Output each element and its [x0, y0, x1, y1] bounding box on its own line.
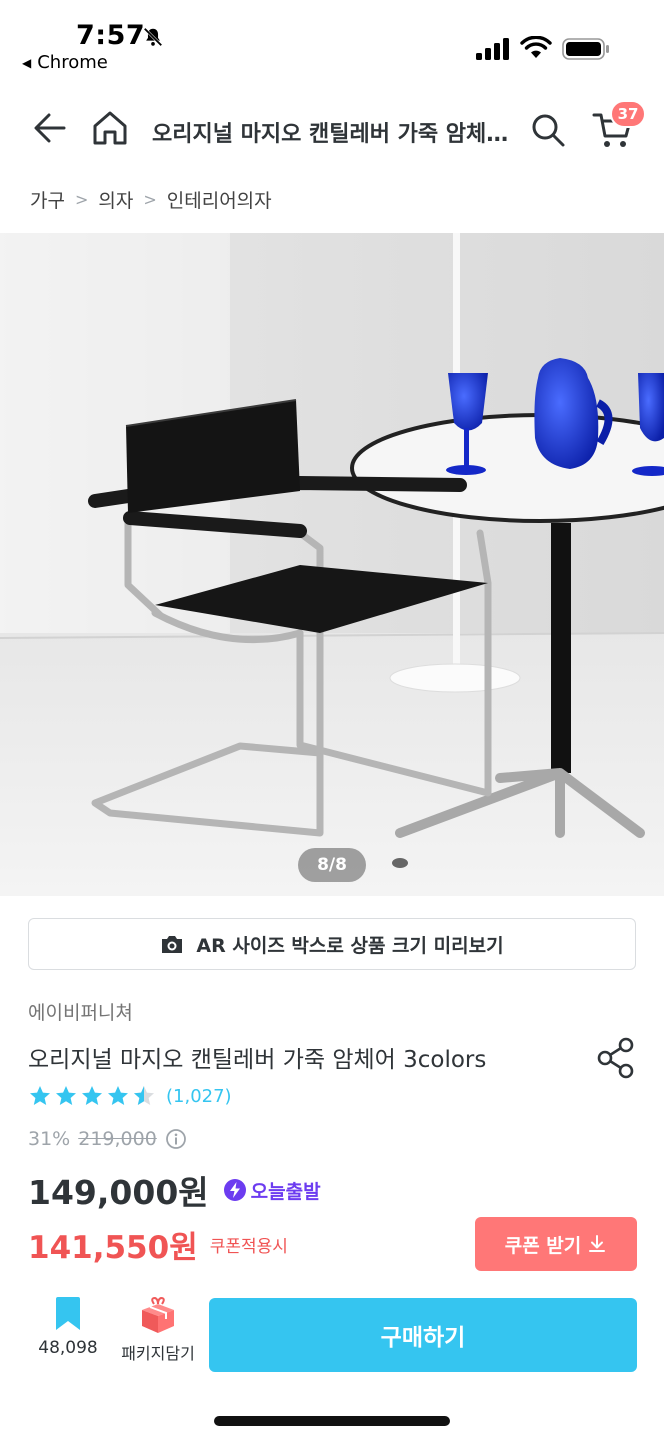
lightning-icon [223, 1179, 246, 1201]
search-button[interactable] [526, 108, 570, 152]
get-coupon-button[interactable]: 쿠폰 받기 [475, 1217, 637, 1271]
star-icon [30, 1086, 50, 1105]
search-icon [532, 114, 565, 147]
coupon-price: 141,550원 [28, 1230, 198, 1266]
info-icon[interactable] [165, 1128, 187, 1150]
product-image-carousel[interactable] [0, 233, 664, 896]
home-indicator[interactable] [214, 1416, 450, 1426]
battery-icon [562, 38, 609, 60]
image-counter: 8/8 [298, 848, 366, 882]
buy-button[interactable]: 구매하기 [209, 1298, 637, 1372]
breadcrumb-item-furniture[interactable]: 가구 [30, 186, 65, 213]
discount-rate: 31% [28, 1128, 71, 1150]
gift-box-icon [142, 1296, 174, 1333]
coupon-price-row: 141,550원 쿠폰적용시 [28, 1222, 288, 1267]
top-navigation: 오리지널 마지오 캔틸레버 가죽 암체어 3colors [0, 92, 664, 168]
product-rating[interactable]: (1,027) [28, 1084, 232, 1108]
today-shipping-badge: 오늘출발 [223, 1177, 321, 1204]
back-to-app-link[interactable]: ◀ Chrome [22, 52, 108, 73]
cellular-signal-icon [476, 38, 509, 60]
back-triangle-icon: ◀ [22, 56, 32, 70]
back-app-label: Chrome [37, 52, 108, 73]
product-photo [0, 233, 664, 896]
chevron-right-icon: > [143, 190, 157, 209]
share-icon [597, 1037, 634, 1079]
page-title: 오리지널 마지오 캔틸레버 가죽 암체어 3colors [152, 122, 512, 147]
wifi-icon [520, 36, 552, 58]
bookmark-button[interactable]: 48,098 [28, 1296, 108, 1376]
cart-count-badge: 37 [610, 100, 646, 128]
star-half-icon [134, 1086, 154, 1105]
bookmark-count: 48,098 [38, 1338, 98, 1358]
coupon-applied-label: 쿠폰적용시 [209, 1237, 288, 1257]
bookmark-icon [56, 1297, 80, 1330]
home-button[interactable] [88, 106, 132, 150]
breadcrumb: 가구 > 의자 > 인테리어의자 [30, 186, 272, 213]
sale-price: 149,000원 [28, 1173, 209, 1212]
price-row: 149,000원 오늘출발 [28, 1166, 321, 1214]
status-time: 7:57 [76, 20, 146, 51]
back-button[interactable] [28, 106, 72, 150]
star-icon [56, 1086, 76, 1105]
brand-name[interactable]: 에이비퍼니쳐 [28, 998, 133, 1025]
status-bar: 7:57 ◀ Chrome [0, 0, 664, 84]
get-coupon-label: 쿠폰 받기 [504, 1234, 582, 1257]
package-button[interactable]: 패키지담기 [112, 1296, 204, 1376]
review-count[interactable]: (1,027) [166, 1086, 232, 1107]
ar-preview-label: AR 사이즈 박스로 상품 크기 미리보기 [196, 934, 504, 957]
chevron-right-icon: > [74, 190, 89, 209]
share-button[interactable] [594, 1036, 638, 1080]
star-icon [108, 1086, 128, 1105]
today-shipping-label: 오늘출발 [250, 1180, 321, 1203]
arrow-left-icon [34, 113, 66, 143]
product-name: 오리지널 마지오 캔틸레버 가죽 암체어 3colors [28, 1047, 487, 1073]
package-label: 패키지담기 [121, 1344, 195, 1363]
camera-icon [162, 936, 183, 953]
ar-preview-button[interactable]: AR 사이즈 박스로 상품 크기 미리보기 [28, 918, 636, 970]
original-price: 219,000 [78, 1128, 157, 1150]
download-icon [589, 1235, 606, 1252]
home-icon [93, 111, 127, 145]
star-icon [82, 1086, 102, 1105]
breadcrumb-item-interior-chair[interactable]: 인테리어의자 [167, 186, 272, 213]
discount-row: 31% 219,000 [28, 1128, 187, 1150]
breadcrumb-item-chair[interactable]: 의자 [98, 186, 133, 213]
bell-muted-icon [143, 27, 163, 47]
